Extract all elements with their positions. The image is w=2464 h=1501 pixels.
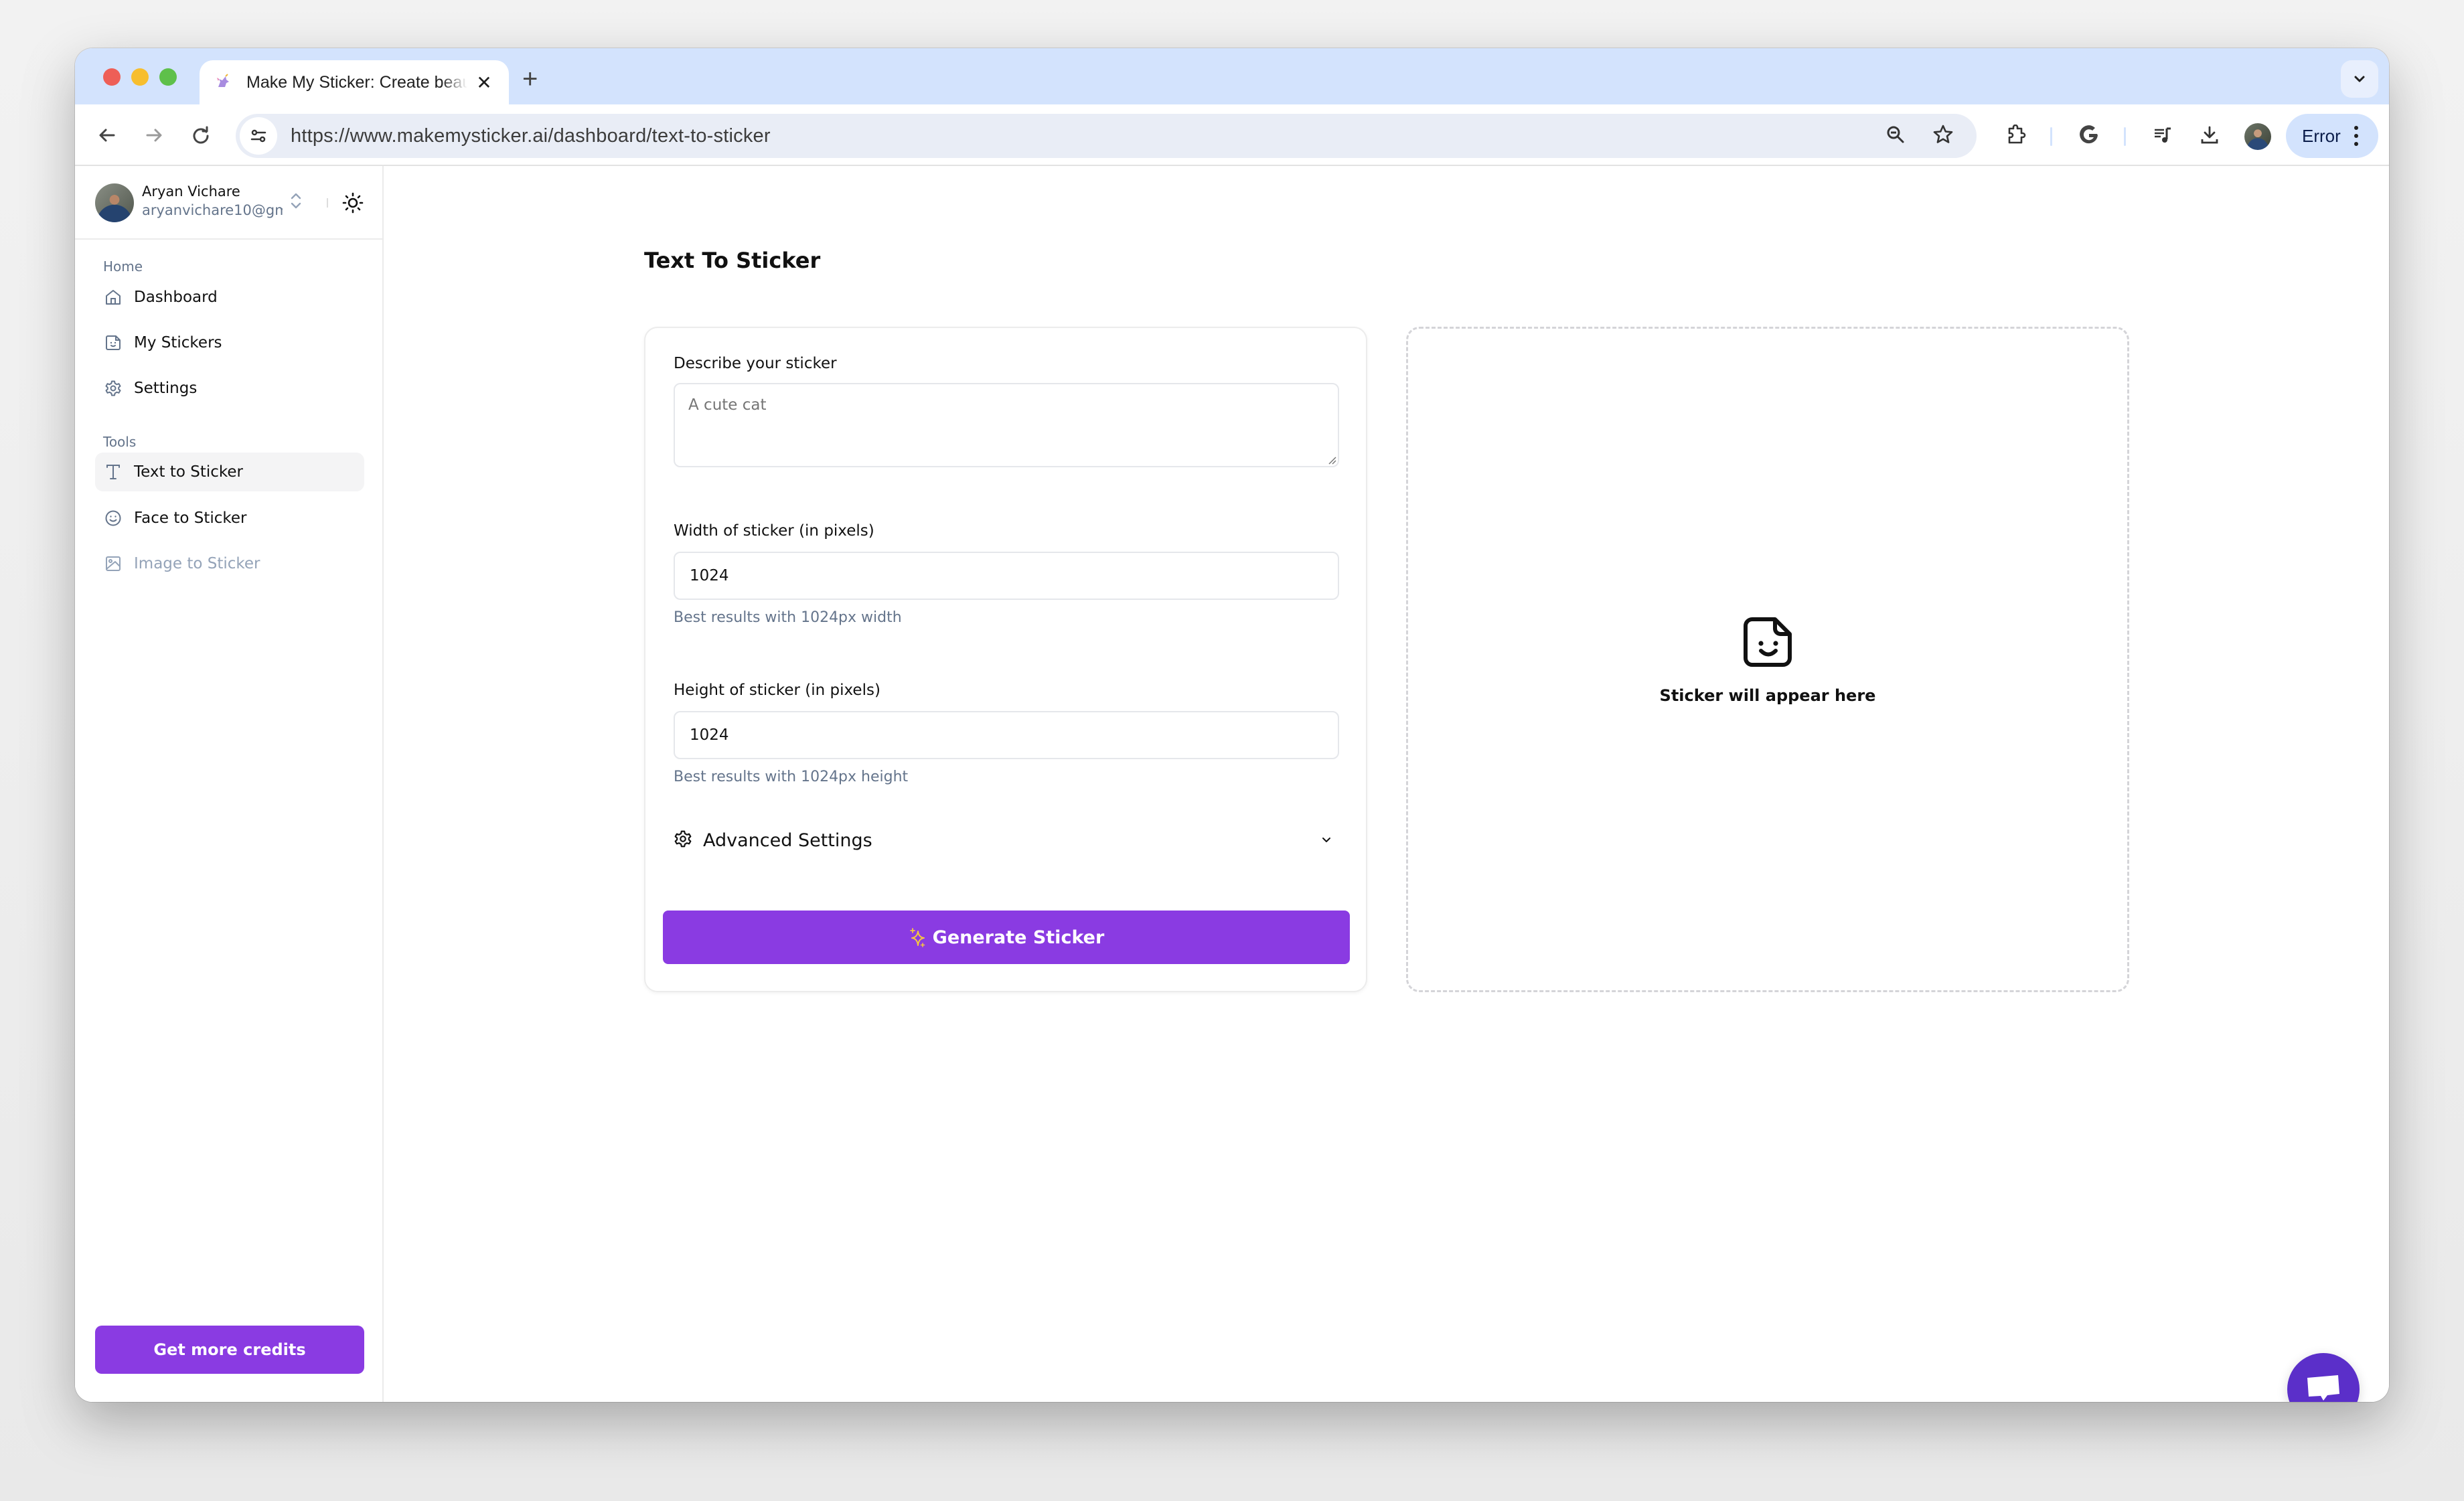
text-icon xyxy=(104,463,122,481)
sticker-placeholder-icon xyxy=(1744,617,1792,667)
site-settings-button[interactable] xyxy=(240,117,277,155)
back-button[interactable] xyxy=(92,121,122,150)
generate-sticker-label: Generate Sticker xyxy=(932,927,1105,948)
media-controls-button[interactable] xyxy=(2148,121,2177,150)
profile-error-chip[interactable]: Error xyxy=(2286,114,2378,158)
width-input[interactable] xyxy=(674,552,1339,600)
zoom-out-icon[interactable] xyxy=(1885,125,1906,147)
close-window-button[interactable] xyxy=(103,68,121,86)
sticker-preview-area: Sticker will appear here xyxy=(1406,327,2129,992)
image-icon xyxy=(104,555,122,572)
user-avatar xyxy=(95,183,134,222)
browser-profile-avatar[interactable] xyxy=(2244,123,2271,150)
minimize-window-button[interactable] xyxy=(131,68,149,86)
page-content: Aryan Vichare aryanvichare10@gmail.com H… xyxy=(75,166,2389,1402)
sidebar-item-label: Image to Sticker xyxy=(134,555,260,572)
unicorn-favicon-icon xyxy=(214,74,232,91)
puzzle-extension-icon xyxy=(2008,125,2026,144)
gear-icon xyxy=(104,380,122,397)
advanced-settings-toggle[interactable]: Advanced Settings xyxy=(674,823,1339,857)
divider xyxy=(327,198,328,208)
sidebar-item-image-to-sticker[interactable]: Image to Sticker xyxy=(95,544,364,583)
url-text[interactable]: https://www.makemysticker.ai/dashboard/t… xyxy=(291,125,771,147)
sidebar-item-settings[interactable]: Settings xyxy=(95,369,364,408)
sidebar: Aryan Vichare aryanvichare10@gmail.com H… xyxy=(75,166,384,1402)
chevron-down-icon xyxy=(1322,838,1330,842)
browser-window: Make My Sticker: Create beautiful sticke… xyxy=(75,48,2389,1402)
new-tab-button[interactable]: + xyxy=(522,64,538,94)
theme-toggle-sun-icon[interactable] xyxy=(341,191,364,214)
height-hint: Best results with 1024px height xyxy=(674,769,909,785)
queue-music-icon xyxy=(2155,127,2171,143)
user-switcher[interactable]: Aryan Vichare aryanvichare10@gmail.com xyxy=(75,166,382,240)
error-chip-label: Error xyxy=(2302,125,2341,146)
height-label: Height of sticker (in pixels) xyxy=(674,682,880,699)
smile-icon xyxy=(104,509,122,527)
section-label-tools: Tools xyxy=(103,434,137,450)
browser-tab-active[interactable]: Make My Sticker: Create beautiful sticke… xyxy=(200,60,509,104)
extensions-button[interactable] xyxy=(2001,121,2030,150)
sidebar-item-face-to-sticker[interactable]: Face to Sticker xyxy=(95,499,364,538)
sidebar-item-label: My Stickers xyxy=(134,334,222,351)
page-title: Text To Sticker xyxy=(644,248,821,273)
reload-button[interactable] xyxy=(186,121,216,150)
downloads-button[interactable] xyxy=(2195,121,2224,150)
sparkles-icon xyxy=(909,928,925,947)
reload-icon xyxy=(193,126,209,144)
forward-arrow-icon xyxy=(146,129,162,142)
height-input[interactable] xyxy=(674,711,1339,759)
gear-icon xyxy=(674,830,692,851)
browser-toolbar: https://www.makemysticker.ai/dashboard/t… xyxy=(75,104,2389,166)
sidebar-item-label: Settings xyxy=(134,380,198,397)
maximize-window-button[interactable] xyxy=(159,68,177,86)
download-icon xyxy=(2201,126,2218,144)
back-arrow-icon xyxy=(99,129,115,142)
google-g-icon xyxy=(2080,125,2098,144)
toolbar-divider xyxy=(2050,127,2052,146)
width-label: Width of sticker (in pixels) xyxy=(674,522,874,540)
more-menu-icon[interactable] xyxy=(2354,126,2358,146)
chat-support-button[interactable] xyxy=(2287,1353,2360,1402)
tab-bar: Make My Sticker: Create beautiful sticke… xyxy=(75,48,2389,104)
advanced-settings-label: Advanced Settings xyxy=(703,830,872,851)
chevron-down-icon xyxy=(2354,76,2365,82)
close-tab-icon[interactable]: ✕ xyxy=(474,72,494,94)
forward-button[interactable] xyxy=(139,121,169,150)
chevrons-up-down-icon[interactable] xyxy=(288,189,304,213)
preview-placeholder-text: Sticker will appear here xyxy=(1659,686,1876,705)
address-bar[interactable]: https://www.makemysticker.ai/dashboard/t… xyxy=(236,114,1977,158)
sticker-form-card: Describe your sticker Width of sticker (… xyxy=(644,327,1367,992)
user-email: aryanvichare10@gmail.com xyxy=(142,202,283,218)
google-extension-button[interactable] xyxy=(2074,121,2104,150)
description-label: Describe your sticker xyxy=(674,355,837,372)
resize-handle-icon[interactable] xyxy=(1327,455,1336,465)
bookmark-star-icon[interactable] xyxy=(1932,124,1954,148)
sidebar-item-dashboard[interactable]: Dashboard xyxy=(95,278,364,317)
sidebar-item-label: Dashboard xyxy=(134,289,218,306)
sidebar-item-label: Face to Sticker xyxy=(134,509,247,527)
section-label-home: Home xyxy=(103,258,143,274)
tab-title: Make My Sticker: Create beautiful sticke… xyxy=(246,72,467,92)
tune-icon xyxy=(250,129,266,143)
generate-sticker-button[interactable]: Generate Sticker xyxy=(663,911,1350,964)
tab-search-button[interactable] xyxy=(2341,60,2378,98)
description-textarea[interactable] xyxy=(674,383,1339,467)
home-icon xyxy=(104,289,122,306)
chat-bubble-icon xyxy=(2307,1375,2339,1401)
sidebar-item-my-stickers[interactable]: My Stickers xyxy=(95,323,364,362)
width-hint: Best results with 1024px width xyxy=(674,609,902,626)
sticker-icon xyxy=(104,334,122,351)
user-name: Aryan Vichare xyxy=(142,183,240,200)
sidebar-item-label: Text to Sticker xyxy=(134,463,243,481)
get-more-credits-button[interactable]: Get more credits xyxy=(95,1326,364,1374)
sidebar-item-text-to-sticker[interactable]: Text to Sticker xyxy=(95,453,364,491)
toolbar-divider xyxy=(2124,127,2126,146)
